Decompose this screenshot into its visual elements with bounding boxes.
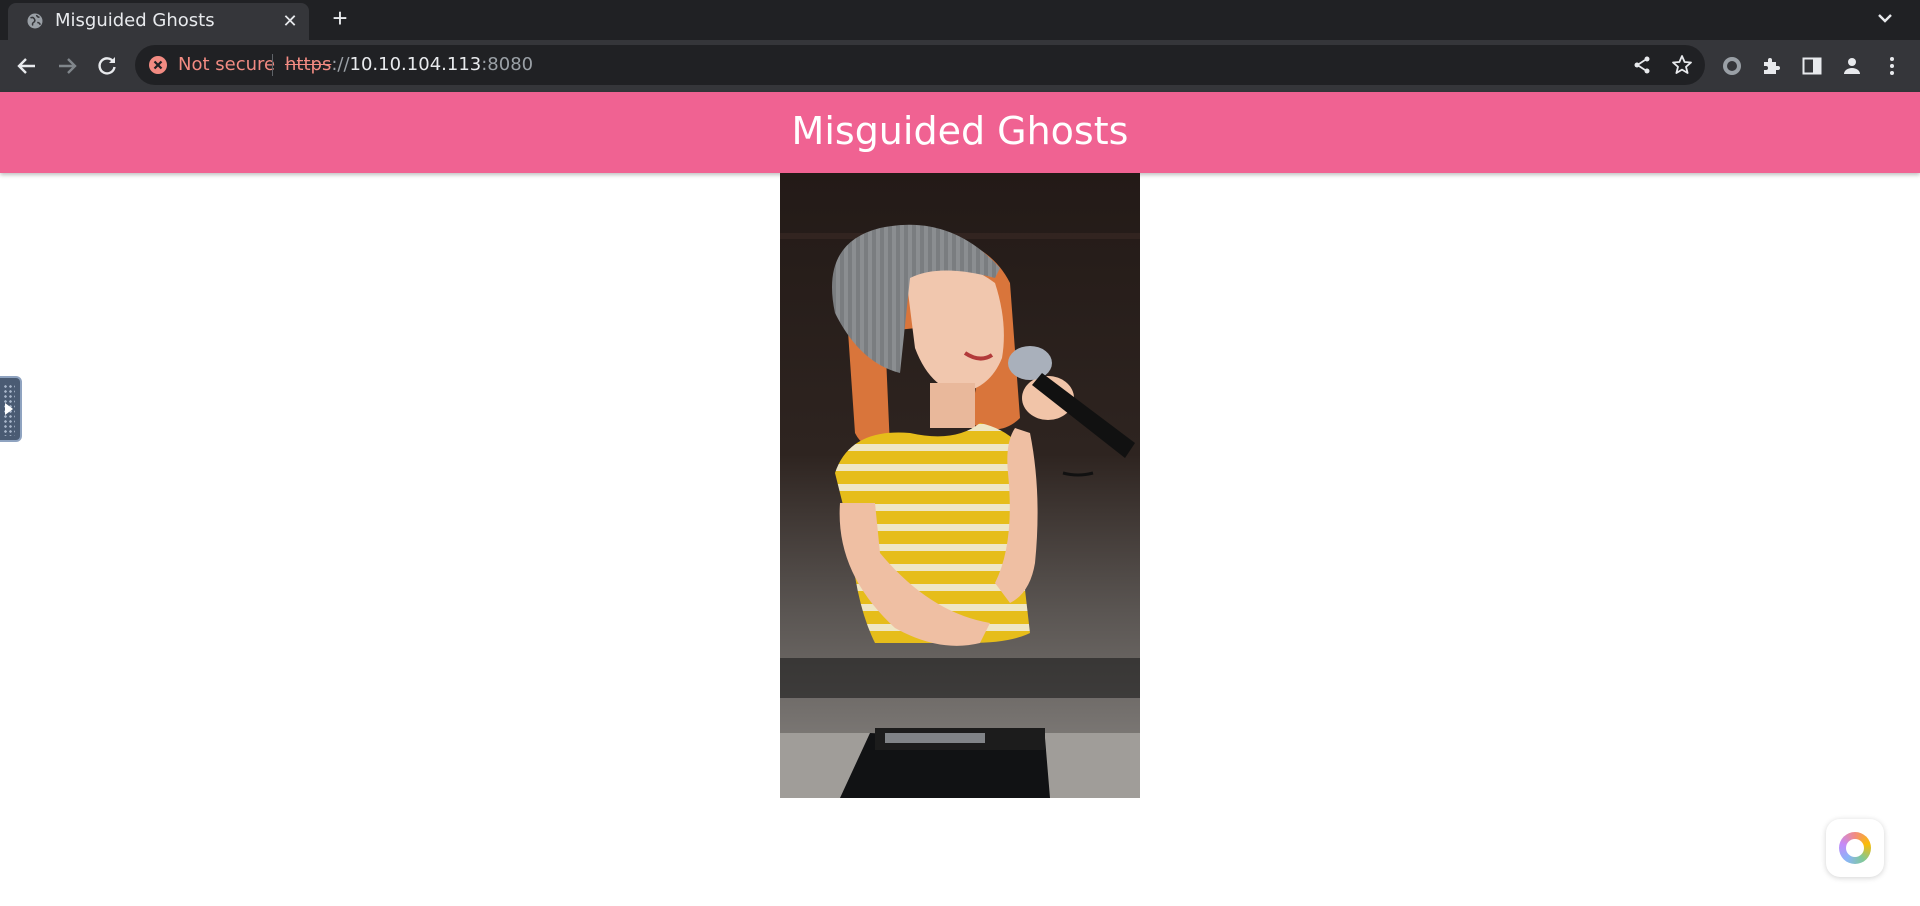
tab-close-icon[interactable]: ✕ bbox=[280, 11, 300, 31]
globe-icon bbox=[27, 13, 43, 29]
play-arrow-icon bbox=[5, 403, 13, 415]
back-button[interactable] bbox=[11, 50, 43, 82]
profile-button[interactable] bbox=[1838, 52, 1866, 80]
url-text[interactable]: https://10.10.104.113:8080 bbox=[285, 55, 533, 75]
extension-circle-icon bbox=[1723, 57, 1741, 75]
share-icon[interactable] bbox=[1630, 53, 1654, 77]
singer-photo bbox=[780, 173, 1140, 798]
reload-button[interactable] bbox=[91, 50, 123, 82]
not-secure-label[interactable]: Not secure bbox=[178, 55, 275, 75]
url-separator: :// bbox=[331, 54, 350, 75]
back-icon bbox=[17, 58, 35, 74]
profile-icon bbox=[1844, 58, 1860, 74]
floating-action-button[interactable] bbox=[1826, 819, 1884, 877]
side-panel-handle[interactable] bbox=[0, 376, 22, 442]
forward-icon bbox=[59, 58, 77, 74]
bookmark-star-icon[interactable] bbox=[1670, 53, 1694, 77]
side-panel-icon bbox=[1802, 57, 1822, 75]
tab-title: Misguided Ghosts bbox=[55, 10, 215, 31]
address-bar[interactable]: Not secure https://10.10.104.113:8080 bbox=[135, 45, 1705, 85]
browser-toolbar: Not secure https://10.10.104.113:8080 bbox=[0, 40, 1920, 92]
extension-button[interactable] bbox=[1718, 52, 1746, 80]
reload-icon bbox=[98, 57, 116, 75]
color-wheel-icon bbox=[1839, 832, 1871, 864]
tab-strip: Misguided Ghosts ✕ + bbox=[0, 0, 1920, 40]
url-scheme: https bbox=[285, 54, 332, 75]
address-divider bbox=[272, 54, 273, 76]
site-header: Misguided Ghosts bbox=[0, 92, 1920, 173]
browser-tab[interactable]: Misguided Ghosts ✕ bbox=[8, 3, 309, 40]
new-tab-button[interactable]: + bbox=[325, 3, 355, 33]
url-port: :8080 bbox=[481, 54, 534, 75]
extensions-button[interactable] bbox=[1758, 52, 1786, 80]
forward-button[interactable] bbox=[51, 50, 83, 82]
browser-menu-button[interactable] bbox=[1878, 52, 1906, 80]
menu-kebab-icon bbox=[1890, 57, 1894, 75]
security-warning-icon[interactable] bbox=[148, 55, 168, 75]
side-panel-button[interactable] bbox=[1798, 52, 1826, 80]
page-title: Misguided Ghosts bbox=[791, 109, 1129, 153]
extensions-puzzle-icon bbox=[1764, 58, 1780, 74]
url-host: 10.10.104.113 bbox=[349, 54, 482, 75]
tab-search-chevron-icon[interactable] bbox=[1870, 4, 1900, 32]
